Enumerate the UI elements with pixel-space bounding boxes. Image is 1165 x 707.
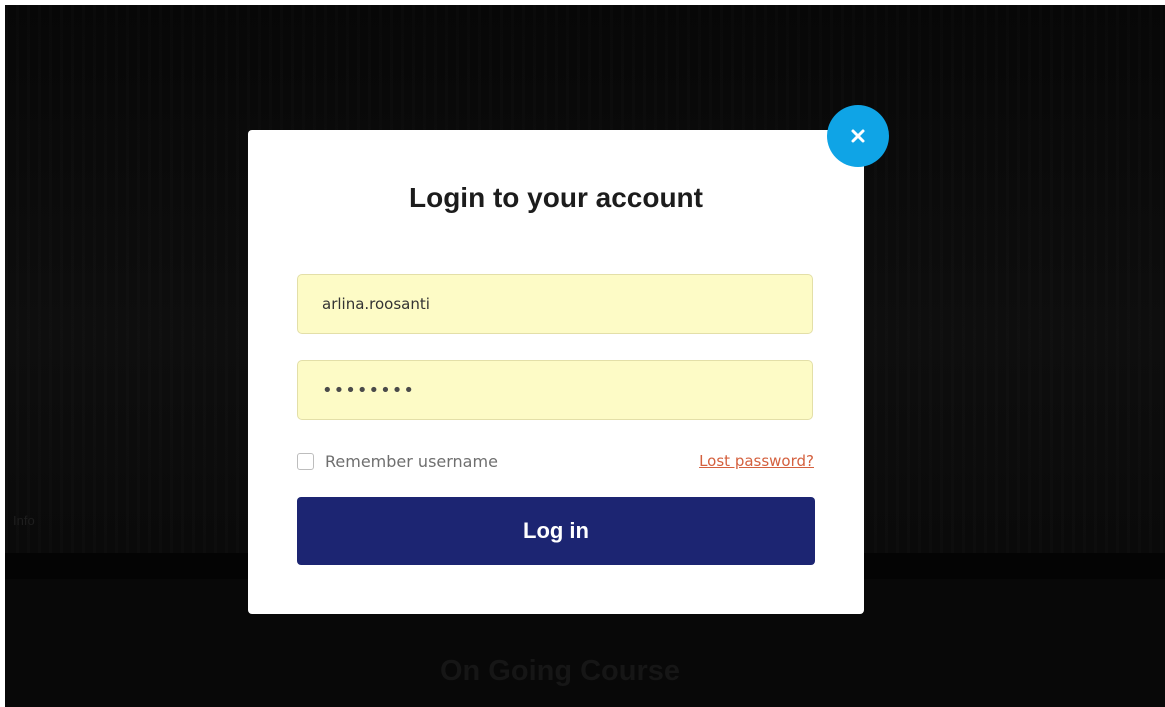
close-icon: [851, 129, 865, 143]
login-modal: Login to your account Remember username …: [248, 130, 864, 614]
username-input[interactable]: [297, 274, 813, 334]
remember-label: Remember username: [325, 452, 498, 471]
modal-title: Login to your account: [409, 182, 703, 213]
lost-password-link[interactable]: Lost password?: [699, 452, 814, 470]
login-button[interactable]: Log in: [297, 497, 815, 565]
password-input[interactable]: [297, 360, 813, 420]
hero-caption: Info: [13, 513, 35, 528]
close-button[interactable]: [827, 105, 889, 167]
remember-username[interactable]: Remember username: [297, 452, 498, 471]
remember-checkbox[interactable]: [297, 453, 314, 470]
section-title: On Going Course: [439, 655, 681, 687]
